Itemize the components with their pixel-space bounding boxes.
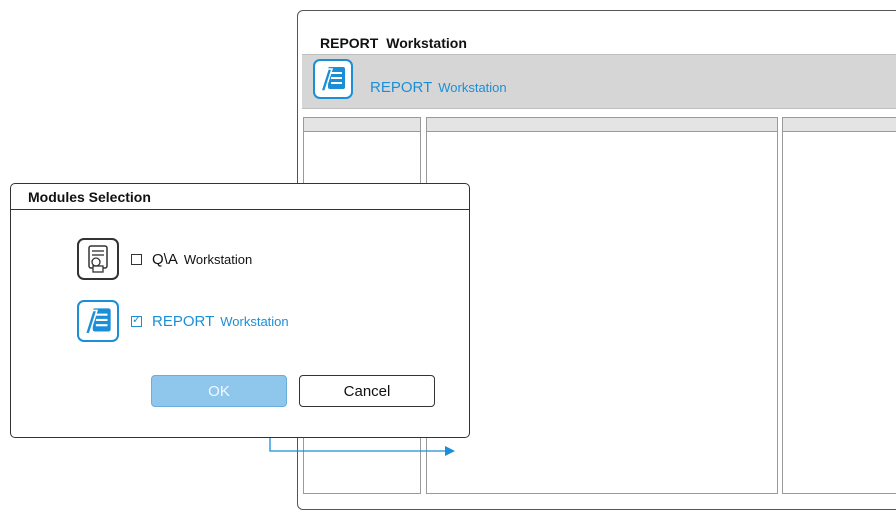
modules-selection-dialog: Modules Selection Q\A Workstation ✓ REPO… (10, 183, 470, 438)
ok-button[interactable]: OK (151, 375, 287, 407)
report-module-label: REPORT Workstation (152, 313, 289, 330)
qa-module-label: Q\A Workstation (152, 251, 252, 268)
qa-document-icon (77, 238, 119, 280)
qa-checkbox[interactable] (131, 253, 142, 265)
qa-module-sub: Workstation (183, 251, 253, 267)
module-option-qa[interactable]: Q\A Workstation (77, 238, 252, 280)
cancel-button[interactable]: Cancel (299, 375, 435, 407)
report-module-sub: Workstation (220, 313, 289, 329)
module-option-report[interactable]: REPORT Workstation (77, 300, 289, 342)
report-document-icon (77, 300, 119, 342)
report-module-name: REPORT (152, 312, 215, 330)
qa-module-name: Q\A (152, 250, 178, 268)
dialog-title: Modules Selection (11, 184, 469, 210)
report-checkbox[interactable] (131, 313, 142, 327)
